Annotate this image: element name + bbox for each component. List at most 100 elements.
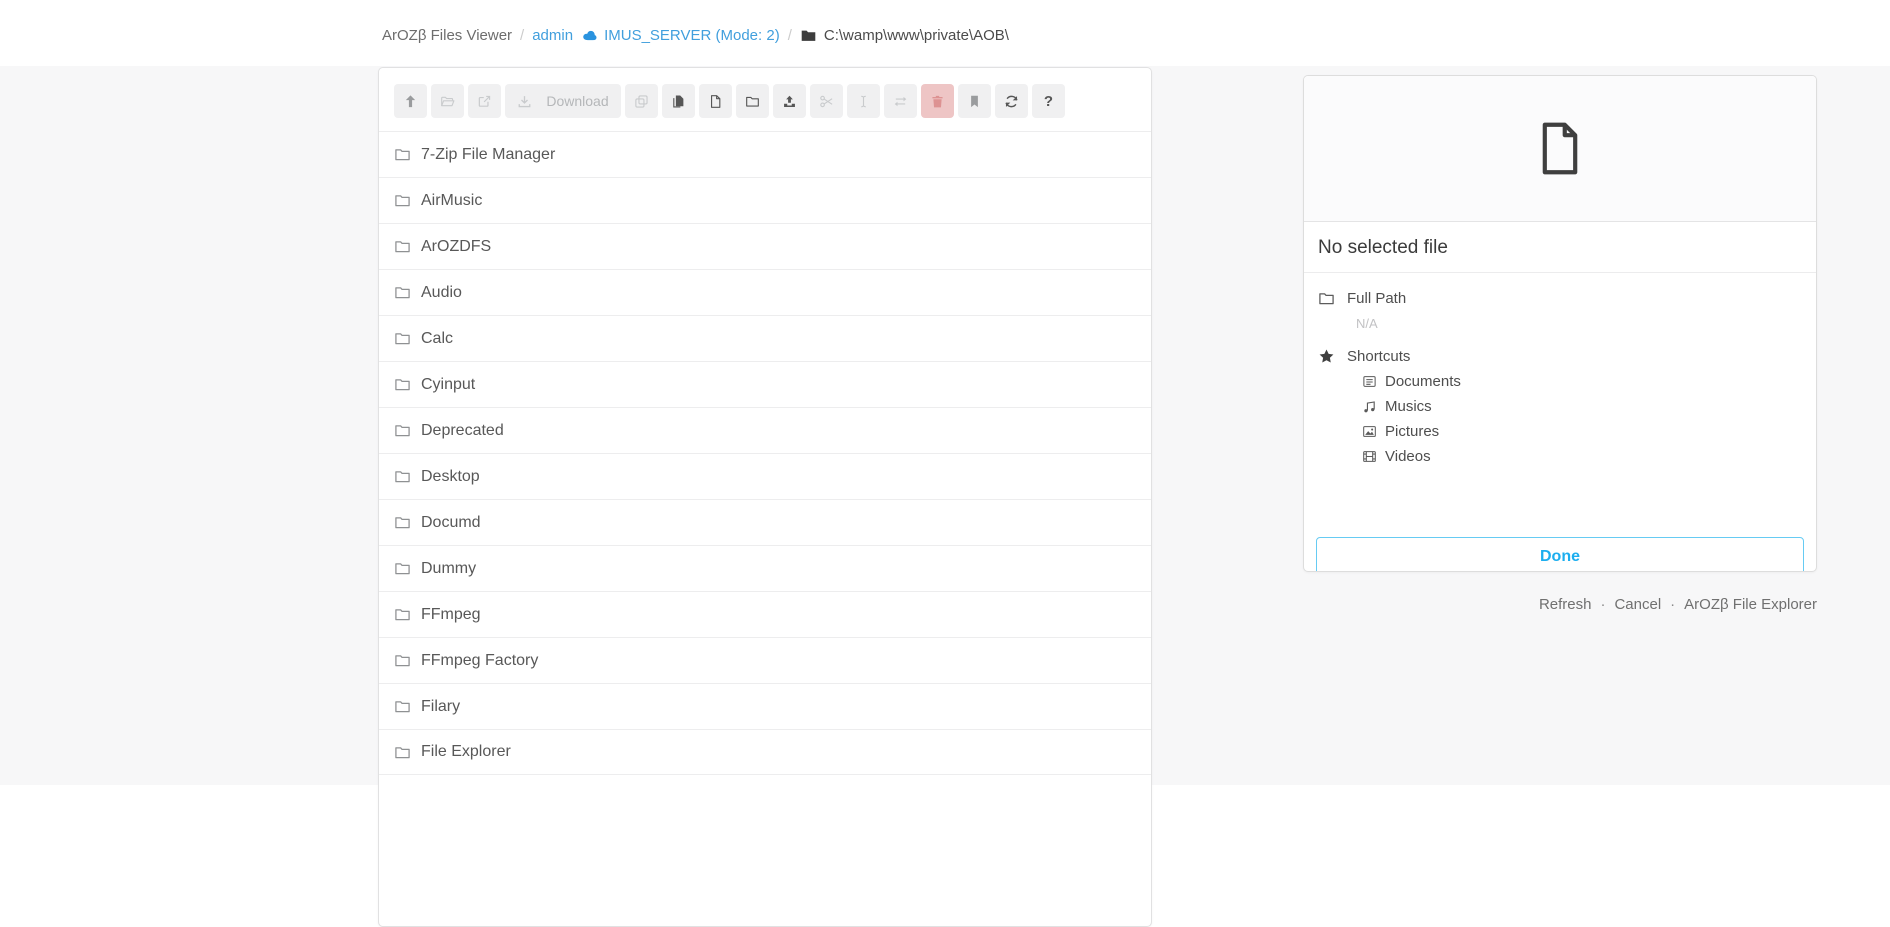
open-button[interactable]	[431, 84, 464, 118]
footer-separator: ·	[1670, 596, 1675, 613]
folder-row[interactable]: File Explorer	[379, 729, 1151, 775]
folder-row[interactable]: Documd	[379, 499, 1151, 545]
folder-row[interactable]: Cyinput	[379, 361, 1151, 407]
i-cursor-icon	[856, 94, 871, 109]
divider	[1304, 272, 1816, 273]
bookmark-button[interactable]	[958, 84, 991, 118]
folder-icon	[394, 192, 411, 209]
clone-icon	[634, 94, 649, 109]
folder-row[interactable]: Calc	[379, 315, 1151, 361]
copy-button[interactable]	[662, 84, 695, 118]
film-icon	[1362, 449, 1377, 464]
folder-icon	[394, 652, 411, 669]
folder-row[interactable]: AirMusic	[379, 177, 1151, 223]
folder-name: Cyinput	[421, 376, 475, 394]
shortcut-videos[interactable]: Videos	[1362, 444, 1802, 469]
folder-name: 7-Zip File Manager	[421, 146, 555, 164]
shortcut-musics[interactable]: Musics	[1362, 394, 1802, 419]
new-folder-button[interactable]	[736, 84, 769, 118]
star-icon	[1318, 348, 1335, 365]
question-icon: ?	[1044, 94, 1053, 109]
folder-row[interactable]: ArOZDFS	[379, 223, 1151, 269]
breadcrumb-separator: /	[520, 27, 524, 44]
folder-icon	[394, 606, 411, 623]
trash-icon	[930, 94, 945, 109]
exchange-icon	[893, 94, 908, 109]
folder-row[interactable]: Filary	[379, 683, 1151, 729]
folder-row[interactable]: Dummy	[379, 545, 1151, 591]
current-location: C:\wamp\www\private\AOB\	[800, 27, 1009, 44]
go-up-button[interactable]	[394, 84, 427, 118]
new-file-button[interactable]	[699, 84, 732, 118]
folder-name: Filary	[421, 698, 460, 716]
full-path-label: Full Path	[1347, 290, 1406, 307]
app-title: ArOZβ Files Viewer	[382, 27, 512, 44]
folder-name: Dummy	[421, 560, 476, 578]
open-in-new-button[interactable]	[468, 84, 501, 118]
folder-name: Desktop	[421, 468, 480, 486]
folder-name: FFmpeg	[421, 606, 481, 624]
file-preview-area	[1304, 76, 1816, 222]
arrow-up-icon	[403, 94, 418, 109]
move-button[interactable]	[884, 84, 917, 118]
done-button[interactable]: Done	[1316, 537, 1804, 572]
download-icon	[517, 94, 532, 109]
rename-button[interactable]	[847, 84, 880, 118]
folder-icon	[1318, 290, 1335, 307]
folder-icon	[394, 422, 411, 439]
shortcut-label: Documents	[1385, 373, 1461, 390]
cut-button[interactable]	[810, 84, 843, 118]
folder-row[interactable]: Desktop	[379, 453, 1151, 499]
download-button[interactable]: Download	[505, 84, 621, 118]
folder-icon	[800, 27, 817, 44]
upload-icon	[782, 94, 797, 109]
user-link[interactable]: admin	[532, 27, 573, 44]
folder-open-icon	[440, 94, 455, 109]
aroz-file-explorer-link[interactable]: ArOZβ File Explorer	[1684, 596, 1817, 613]
shortcuts-row: Shortcuts	[1318, 348, 1802, 365]
folder-icon	[745, 94, 760, 109]
server-link[interactable]: IMUS_SERVER (Mode: 2)	[581, 27, 780, 44]
bookmark-icon	[967, 94, 982, 109]
footer-separator: ·	[1600, 596, 1605, 613]
refresh-link[interactable]: Refresh	[1539, 596, 1592, 613]
list-alt-icon	[1362, 374, 1377, 389]
folder-name: Documd	[421, 514, 481, 532]
shortcut-documents[interactable]: Documents	[1362, 369, 1802, 394]
folder-icon	[394, 514, 411, 531]
music-icon	[1362, 399, 1377, 414]
details-title: No selected file	[1318, 237, 1802, 259]
delete-button[interactable]	[921, 84, 954, 118]
folder-row[interactable]: 7-Zip File Manager	[379, 131, 1151, 177]
folder-name: Audio	[421, 284, 462, 302]
help-button[interactable]: ?	[1032, 84, 1065, 118]
file-details-card: No selected file Full Path N/A Shortcuts…	[1303, 75, 1817, 572]
breadcrumb: ArOZβ Files Viewer / admin IMUS_SERVER (…	[382, 27, 1009, 44]
folder-list: 7-Zip File Manager AirMusic ArOZDFS Audio Ca…	[379, 131, 1151, 775]
folder-row[interactable]: Audio	[379, 269, 1151, 315]
shortcut-pictures[interactable]: Pictures	[1362, 419, 1802, 444]
footer-links: Refresh · Cancel · ArOZβ File Explorer	[1539, 596, 1817, 613]
file-browser-card: Download? 7-Zip File Manager AirMusic ArOZ…	[378, 67, 1152, 927]
upload-button[interactable]	[773, 84, 806, 118]
folder-row[interactable]: FFmpeg Factory	[379, 637, 1151, 683]
picture-icon	[1362, 424, 1377, 439]
scissors-icon	[819, 94, 834, 109]
folder-icon	[394, 238, 411, 255]
folder-row[interactable]: FFmpeg	[379, 591, 1151, 637]
folder-icon	[394, 560, 411, 577]
refresh-button[interactable]	[995, 84, 1028, 118]
folder-name: ArOZDFS	[421, 238, 491, 256]
copy-icon	[671, 94, 686, 109]
shortcut-label: Videos	[1385, 448, 1431, 465]
full-path-row: Full Path	[1318, 290, 1802, 307]
folder-icon	[394, 330, 411, 347]
folder-name: FFmpeg Factory	[421, 652, 538, 670]
clone-button[interactable]	[625, 84, 658, 118]
cancel-link[interactable]: Cancel	[1614, 596, 1661, 613]
full-path-value: N/A	[1356, 316, 1802, 331]
folder-icon	[394, 698, 411, 715]
folder-row[interactable]: Deprecated	[379, 407, 1151, 453]
download-label: Download	[546, 93, 608, 109]
shortcut-label: Pictures	[1385, 423, 1439, 440]
